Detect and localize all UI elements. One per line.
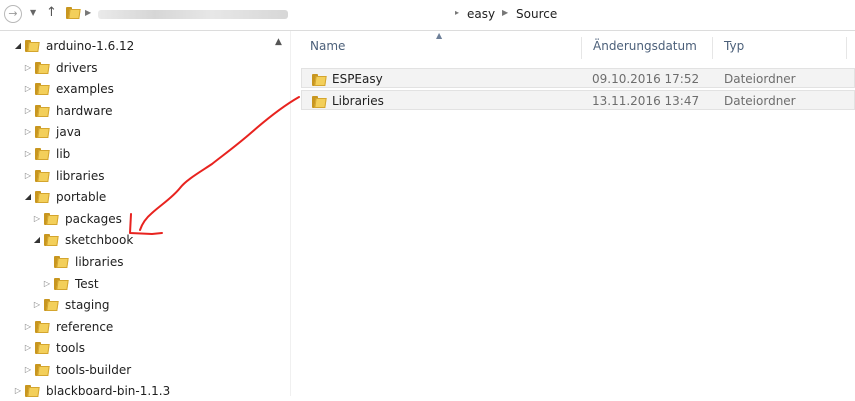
tree-item-tools[interactable]: ▷ tools [22,338,85,358]
tree-item-label: libraries [56,169,105,183]
file-row[interactable]: Libraries 13.11.2016 13:47 Dateiordner [301,90,855,110]
folder-icon [43,234,59,246]
tree-item-examples[interactable]: ▷ examples [22,79,114,99]
file-name: ESPEasy [332,72,383,86]
breadcrumb-separator-icon: ▸ [455,8,460,17]
tree-item-drivers[interactable]: ▷ drivers [22,58,98,78]
breadcrumb-source[interactable]: Source [516,7,557,21]
folder-icon [34,148,50,160]
column-divider[interactable] [846,37,847,59]
folder-icon [311,72,327,92]
tree-item-label: Test [75,277,99,291]
tree-item-reference[interactable]: ▷ reference [22,317,113,337]
tree-item-label: examples [56,82,114,96]
tree-item-hardware[interactable]: ▷ hardware [22,101,113,121]
back-arrow-icon[interactable]: → [4,5,22,23]
breadcrumb-separator-icon: ▶ [502,8,509,17]
folder-icon [34,62,50,74]
sort-ascending-icon: ▲ [436,31,443,40]
tree-item-portable[interactable]: ◢ portable [22,187,106,207]
folder-icon [34,170,50,182]
expand-arrow-icon[interactable]: ▷ [22,101,34,121]
address-bar: → ▼ ↑ ▶ ▸ easy ▶ Source [0,0,855,31]
tree-item-label: tools [56,341,85,355]
breadcrumb-separator-icon: ▶ [85,8,92,17]
folder-icon [24,40,40,52]
blurred-path [98,10,288,19]
expand-arrow-icon[interactable]: ▷ [22,338,34,358]
tree-item-blackboard[interactable]: ▷ blackboard-bin-1.1.3 [12,381,170,401]
folder-icon [43,213,59,225]
tree-item-label: reference [56,320,114,334]
tree-item-label: blackboard-bin-1.1.3 [46,384,171,398]
scroll-up-icon[interactable]: ▲ [275,37,282,47]
folder-icon [53,256,69,268]
folder-icon [311,94,327,114]
tree-item-label: hardware [56,104,113,118]
tree-item-lib[interactable]: ▷ lib [22,144,70,164]
column-header-date[interactable]: Änderungsdatum [593,39,697,53]
tree-item-label: arduino-1.6.12 [46,39,135,53]
expand-arrow-icon[interactable]: ▷ [22,166,34,186]
folder-icon [34,83,50,95]
folder-icon [34,126,50,138]
folder-icon [24,385,40,397]
tree-item-label: drivers [56,61,98,75]
expand-arrow-icon[interactable]: ▷ [22,317,34,337]
tree-item-label: libraries [75,255,124,269]
breadcrumb-easy[interactable]: easy [467,7,495,21]
tree-item-label: portable [56,190,107,204]
folder-icon [34,321,50,333]
tree-item-sketchbook[interactable]: ◢ sketchbook [31,230,133,250]
tree-item-label: sketchbook [65,233,134,247]
tree-item-sketchbook-libraries[interactable]: libraries [41,252,123,272]
folder-icon [43,299,59,311]
expand-arrow-icon[interactable]: ▷ [22,79,34,99]
tree-item-label: lib [56,147,71,161]
column-divider[interactable] [581,37,582,59]
collapse-arrow-icon[interactable]: ◢ [31,230,43,250]
tree-item-libraries[interactable]: ▷ libraries [22,166,105,186]
expand-arrow-icon[interactable]: ▷ [22,122,34,142]
folder-icon [34,364,50,376]
collapse-arrow-icon[interactable]: ◢ [22,187,34,207]
tree-item-staging[interactable]: ▷ staging [31,295,110,315]
file-date: 09.10.2016 17:52 [592,72,700,86]
file-type: Dateiordner [724,72,796,86]
folder-icon [34,105,50,117]
navigation-tree: ▲ ◢ arduino-1.6.12 ▷ drivers ▷ examples ▷ ha… [0,31,290,398]
file-name: Libraries [332,94,384,108]
expand-arrow-icon[interactable]: ▷ [31,209,43,229]
tree-item-label: packages [65,212,122,226]
tree-item-packages[interactable]: ▷ packages [31,209,122,229]
expand-arrow-icon[interactable]: ▷ [22,58,34,78]
tree-item-java[interactable]: ▷ java [22,122,81,142]
folder-icon [34,191,50,203]
file-row[interactable]: ESPEasy 09.10.2016 17:52 Dateiordner [301,68,855,88]
expand-arrow-icon[interactable]: ▷ [22,144,34,164]
dropdown-chevron-icon[interactable]: ▼ [30,8,36,17]
folder-icon [65,7,81,22]
expand-arrow-icon[interactable]: ▷ [22,360,34,380]
expand-arrow-icon[interactable]: ▷ [12,381,24,401]
expand-arrow-icon[interactable]: ▷ [31,295,43,315]
column-divider[interactable] [712,37,713,59]
tree-item-arduino[interactable]: ◢ arduino-1.6.12 [12,36,134,56]
folder-icon [34,342,50,354]
collapse-arrow-icon[interactable]: ◢ [12,36,24,56]
file-list: ▲ Name Änderungsdatum Typ ESPEasy 09.10.… [291,31,855,396]
column-header-type[interactable]: Typ [724,39,744,53]
file-date: 13.11.2016 13:47 [592,94,700,108]
file-type: Dateiordner [724,94,796,108]
tree-item-tools-builder[interactable]: ▷ tools-builder [22,360,131,380]
expand-arrow-icon[interactable]: ▷ [41,274,53,294]
column-header-name[interactable]: Name [310,39,345,53]
tree-item-label: tools-builder [56,363,132,377]
tree-item-test[interactable]: ▷ Test [41,274,99,294]
tree-item-label: java [56,125,82,139]
folder-icon [53,278,69,290]
tree-item-label: staging [65,298,110,312]
up-arrow-icon[interactable]: ↑ [46,5,57,20]
